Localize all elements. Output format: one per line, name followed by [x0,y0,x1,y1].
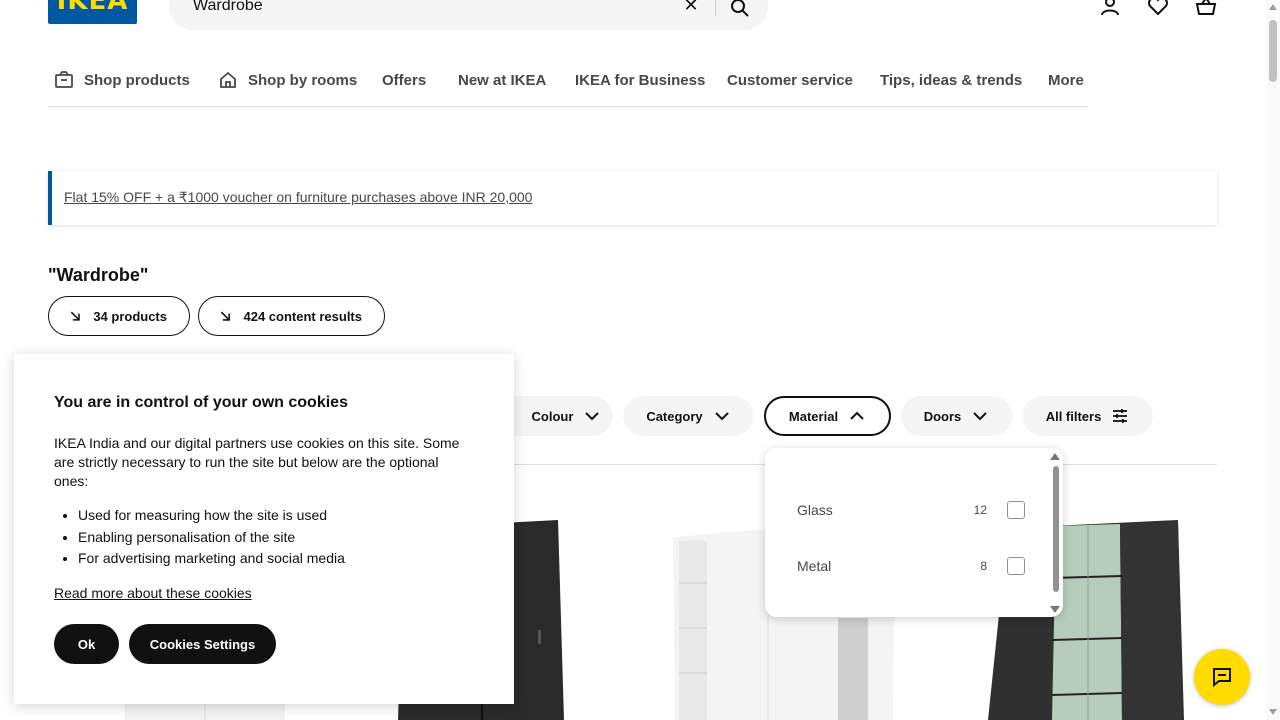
option-count: 12 [973,503,987,517]
scroll-down-arrow[interactable] [1269,709,1277,715]
results-title: "Wardrobe" [48,265,149,285]
nav-tips-ideas-trends[interactable]: Tips, ideas & trends [880,70,1022,90]
cookie-title: You are in control of your own cookies [54,394,348,411]
search-bar: ✕ [169,0,768,30]
list-item: For advertising marketing and social med… [78,548,478,570]
filter-category-label: Category [646,408,703,424]
nav-ikea-for-business[interactable]: IKEA for Business [575,70,705,90]
filter-category[interactable]: Category [623,396,754,436]
arrow-down-right-icon [70,311,80,321]
promo-link[interactable]: Flat 15% OFF + a ₹1000 voucher on furnit… [64,189,532,206]
nav-shop-by-rooms[interactable]: Shop by rooms [218,70,357,90]
dropdown-scroll-up-arrow[interactable] [1050,453,1060,460]
material-option-glass[interactable]: Glass 12 [797,498,1043,522]
option-checkbox[interactable] [1007,501,1025,519]
option-label: Glass [797,502,833,518]
read-more-cookies-link[interactable]: Read more about these cookies [54,585,252,601]
option-label: Metal [797,558,832,574]
page-scrollbar[interactable] [1266,0,1280,720]
list-item: Used for measuring how the site is used [78,505,478,527]
nav-shop-products[interactable]: Shop products [54,70,190,90]
box-icon [55,71,73,88]
user-icon[interactable] [1098,0,1122,18]
products-count-label: 34 products [93,308,167,324]
basket-icon[interactable] [1194,0,1218,18]
material-dropdown: Glass 12 Metal 8 [765,448,1063,617]
chat-icon [1213,668,1231,688]
chevron-up-icon [850,411,864,420]
main-nav: Shop products Shop by rooms Offers New a… [48,58,1088,107]
cookie-ok-button[interactable]: Ok [54,624,119,664]
list-item: Enabling personalisation of the site [78,527,478,549]
nav-new-at-ikea[interactable]: New at IKEA [458,70,546,90]
option-checkbox[interactable] [1007,557,1025,575]
promo-banner: Flat 15% OFF + a ₹1000 voucher on furnit… [48,171,1217,225]
nav-customer-service[interactable]: Customer service [727,70,853,90]
nav-label: Customer service [727,71,853,89]
content-results-button[interactable]: 424 content results [198,296,385,336]
content-results-label: 424 content results [243,308,363,324]
nav-label: IKEA for Business [575,71,706,89]
filter-material-label: Material [788,408,839,424]
arrow-down-right-icon [220,311,230,321]
dropdown-scrollbar-thumb[interactable] [1053,466,1059,592]
products-count-button[interactable]: 34 products [48,296,190,336]
nav-label: Shop by rooms [248,71,358,89]
heart-icon[interactable] [1146,0,1170,18]
chat-button[interactable] [1194,649,1250,705]
cookie-dialog: You are in control of your own cookies I… [14,354,514,704]
filter-doors-label: Doors [923,408,962,424]
nav-label: Shop products [84,71,190,89]
nav-label: Tips, ideas & trends [880,71,1023,89]
material-option-metal[interactable]: Metal 8 [797,554,1043,578]
chevron-down-icon [585,412,600,421]
chevron-down-icon [973,412,987,421]
chevron-down-icon [714,412,729,421]
page-scrollbar-thumb[interactable] [1269,20,1277,82]
option-count: 8 [980,559,987,573]
all-filters-button[interactable]: All filters [1022,396,1153,436]
sliders-icon [1113,409,1128,423]
filter-colour-label: Colour [531,408,574,424]
filter-colour[interactable]: Colour [500,396,613,436]
dropdown-scroll-down-arrow[interactable] [1050,606,1060,613]
nav-offers[interactable]: Offers [382,70,426,90]
cookie-settings-button[interactable]: Cookies Settings [129,624,276,664]
cookie-body: IKEA India and our digital partners use … [54,435,460,489]
cookie-purpose-list: Used for measuring how the site is used … [78,505,478,570]
filter-material[interactable]: Material [764,396,891,436]
ikea-search-page: IKEA ✕ Shop products [0,0,1280,720]
all-filters-label: All filters [1045,408,1102,424]
scroll-up-arrow[interactable] [1269,4,1277,10]
nav-label: More [1048,71,1084,89]
search-divider [715,0,716,16]
nav-more[interactable]: More [1048,70,1084,90]
filter-doors[interactable]: Doors [901,396,1012,436]
search-icon[interactable] [728,0,752,20]
home-icon [220,71,236,88]
ikea-logo[interactable]: IKEA [48,0,137,24]
logo-text: IKEA [56,0,129,16]
nav-label: Offers [382,71,427,89]
search-input[interactable] [193,0,653,18]
close-icon[interactable]: ✕ [681,0,701,15]
nav-label: New at IKEA [458,71,547,89]
